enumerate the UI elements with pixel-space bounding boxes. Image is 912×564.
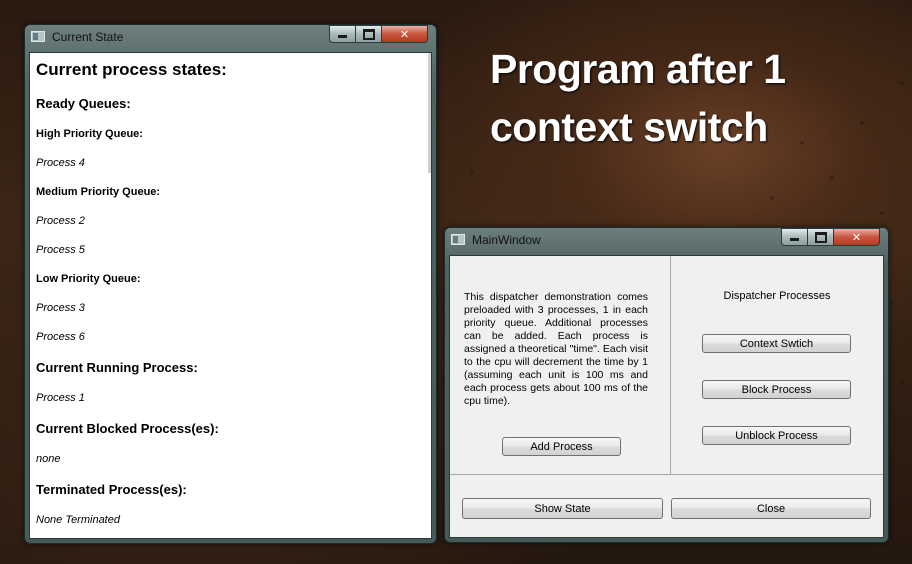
medium-priority-item: Process 2 [36,215,85,227]
minimize-button[interactable] [781,228,808,246]
horizontal-divider [450,474,883,475]
state-text-area[interactable]: Current process states: Ready Queues: Hi… [29,52,432,539]
main-window: MainWindow ✕ This dispatcher demonstrati… [444,227,889,543]
title-bar[interactable]: MainWindow ✕ [445,228,888,252]
minimize-icon [338,35,347,38]
window-icon[interactable] [31,31,45,42]
terminated-value: None Terminated [36,514,120,526]
minimize-button[interactable] [329,25,356,43]
high-priority-item: Process 4 [36,157,85,169]
low-priority-item: Process 3 [36,302,85,314]
description-text: This dispatcher demonstration comes prel… [464,291,648,407]
close-button[interactable]: ✕ [834,228,880,246]
scrollbar[interactable] [428,53,431,173]
blocked-heading: Current Blocked Process(es): [36,421,219,436]
vertical-divider [670,256,671,474]
context-switch-button[interactable]: Context Swtich [702,334,851,353]
maximize-icon [362,28,375,40]
main-client-area: This dispatcher demonstration comes prel… [449,255,884,538]
maximize-button[interactable] [808,228,834,246]
window-controls: ✕ [781,228,880,246]
maximize-button[interactable] [356,25,382,43]
current-state-window: Current State ✕ Current process states: … [24,24,437,544]
running-value: Process 1 [36,392,85,404]
ready-queues-heading: Ready Queues: [36,96,131,111]
maximize-icon [814,231,827,243]
window-title: Current State [52,30,124,44]
show-state-button[interactable]: Show State [462,498,663,519]
overlay-caption: Program after 1 context switch [490,40,890,156]
low-priority-item: Process 6 [36,331,85,343]
page-title: Current process states: [36,60,227,79]
medium-priority-item: Process 5 [36,244,85,256]
block-process-button[interactable]: Block Process [702,380,851,399]
high-priority-label: High Priority Queue: [36,128,143,140]
low-priority-label: Low Priority Queue: [36,273,141,285]
caption-line-2: context switch [490,104,768,150]
close-button[interactable]: ✕ [382,25,428,43]
title-bar[interactable]: Current State ✕ [25,25,436,49]
blocked-value: none [36,453,61,465]
close-icon: ✕ [851,230,862,244]
terminated-heading: Terminated Process(es): [36,482,187,497]
unblock-process-button[interactable]: Unblock Process [702,426,851,445]
running-heading: Current Running Process: [36,360,198,375]
close-icon: ✕ [399,27,410,41]
window-title: MainWindow [472,233,541,247]
add-process-button[interactable]: Add Process [502,437,621,456]
medium-priority-label: Medium Priority Queue: [36,186,161,198]
window-controls: ✕ [329,25,428,43]
minimize-icon [790,238,799,241]
window-icon[interactable] [451,234,465,245]
dispatcher-processes-label: Dispatcher Processes [723,290,831,302]
caption-line-1: Program after 1 [490,46,786,92]
close-app-button[interactable]: Close [671,498,871,519]
